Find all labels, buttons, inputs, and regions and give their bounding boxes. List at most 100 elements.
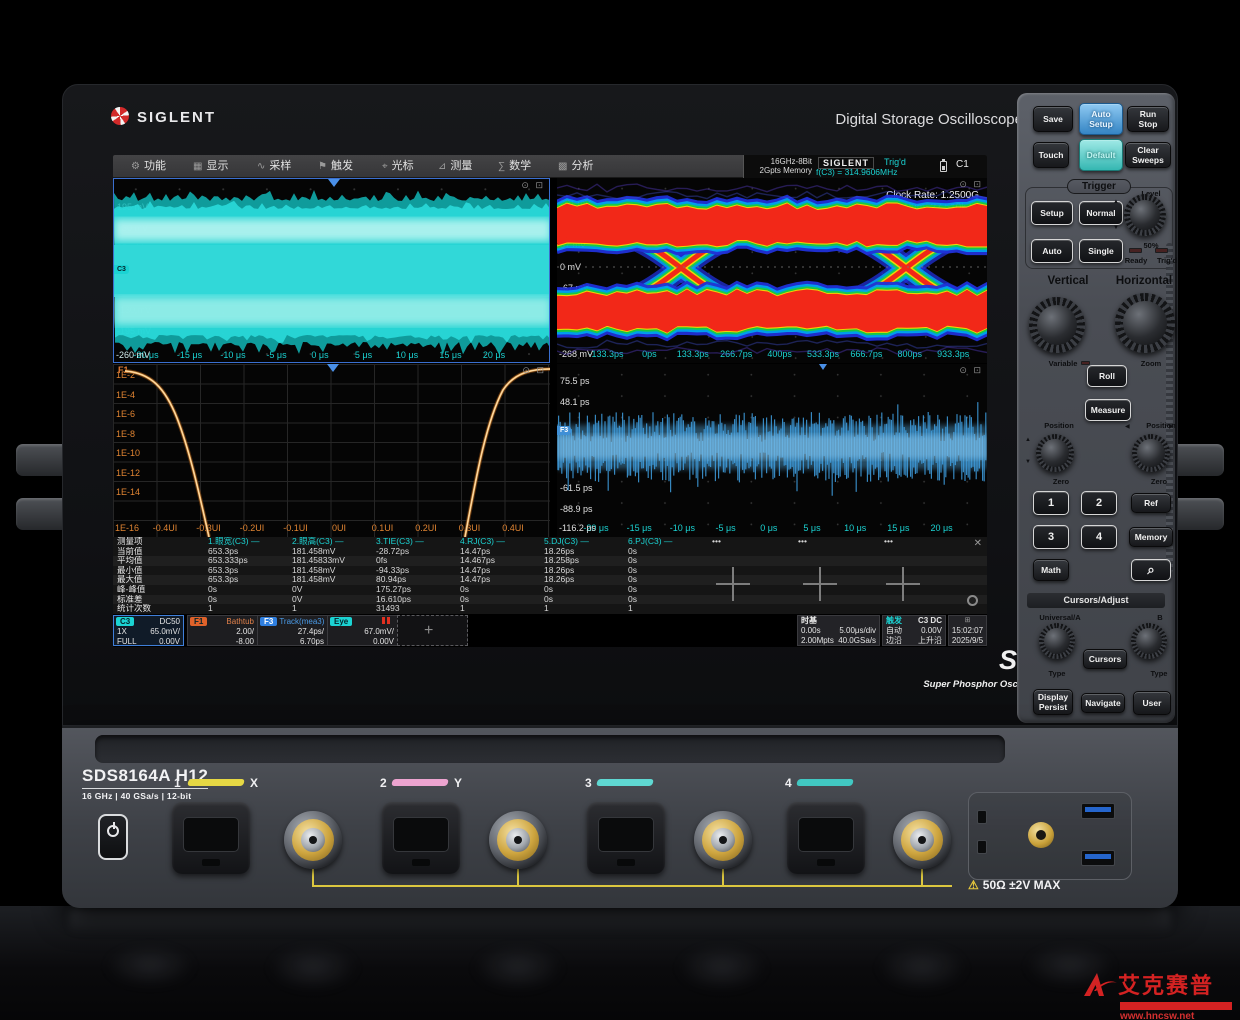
descriptor-value: 27.4ps/: [261, 627, 327, 637]
descriptor-c3[interactable]: C3DC501X65.0mV/FULL0.00V: [113, 615, 184, 646]
channel-c3-marker[interactable]: C3: [114, 265, 129, 274]
channel-2-button[interactable]: 2: [1081, 491, 1117, 515]
trigger-position-marker[interactable]: [328, 179, 340, 187]
panel-tools[interactable]: ⊙ ⊡: [522, 365, 546, 376]
roll-button[interactable]: Roll: [1087, 365, 1127, 387]
panel-tools[interactable]: ⊙ ⊡: [521, 180, 545, 191]
timebase-box[interactable]: 时基0.00s5.00μs/div2.00Mpts40.0GSa/s: [797, 615, 880, 646]
touch-button[interactable]: Touch: [1033, 142, 1069, 168]
menu-item-3[interactable]: ∿采样: [257, 155, 291, 178]
trigger-level-knob[interactable]: [1124, 194, 1166, 236]
descriptor-row: 1X65.0mV/: [114, 627, 183, 637]
user-button[interactable]: User: [1133, 691, 1171, 715]
info-title: 时基: [798, 616, 817, 626]
table-close-icon[interactable]: ✕: [974, 538, 982, 549]
auto-setup-button[interactable]: Auto Setup: [1079, 103, 1123, 135]
bathtub-panel[interactable]: 1E-21E-41E-61E-81E-101E-121E-14-0.4UI-0.…: [113, 364, 550, 537]
cursor-a-knob[interactable]: [1039, 623, 1075, 659]
analysis-icon: ▩: [558, 161, 567, 172]
channel-1-button[interactable]: 1: [1033, 491, 1069, 515]
knob-cap: [1130, 200, 1160, 230]
extra-column-header[interactable]: •••: [880, 537, 966, 547]
trigger-auto-button[interactable]: Auto: [1031, 239, 1073, 263]
panel-tools[interactable]: ⊙ ⊡: [959, 179, 983, 190]
measure-column-header[interactable]: 6.PJ(C3) —: [624, 537, 708, 547]
channel-4-button[interactable]: 4: [1081, 525, 1117, 549]
default-button[interactable]: Default: [1079, 139, 1123, 171]
display-persist-button[interactable]: Display Persist: [1033, 689, 1073, 715]
add-measurement-placeholder[interactable]: [716, 567, 750, 601]
measure-column-header[interactable]: 4.RJ(C3) —: [456, 537, 540, 547]
cursors-button[interactable]: Cursors: [1083, 649, 1127, 669]
run-stop-button[interactable]: Run Stop: [1127, 106, 1169, 132]
stat-row-label: 最小值: [113, 566, 204, 576]
horizontal-position-knob[interactable]: [1132, 434, 1170, 472]
menu-item-8[interactable]: ▩分析: [558, 155, 593, 178]
pause-icon: [382, 617, 391, 624]
cursor-b-knob[interactable]: [1131, 623, 1167, 659]
freq-counter: f(C3) = 314.9606MHz: [816, 167, 898, 177]
descriptor-row: FULL0.00V: [114, 637, 183, 647]
descriptor-eye[interactable]: Eye67.0mV/0.00V: [327, 615, 398, 646]
navigate-button[interactable]: Navigate: [1081, 693, 1125, 713]
table-refresh-icon[interactable]: [967, 595, 978, 606]
search-button[interactable]: ⌕: [1131, 559, 1171, 581]
horizontal-section-label: Horizontal: [1109, 275, 1179, 287]
lcd-screen[interactable]: ⚙功能▦显示∿采样⚑触发⌖光标⊿测量∑数学▩分析 16GHz-8Bit2Gpts…: [113, 155, 987, 647]
panel-tools[interactable]: ⊙ ⊡: [959, 365, 983, 376]
ref-button[interactable]: Ref: [1131, 493, 1171, 513]
trigger-setup-button[interactable]: Setup: [1031, 201, 1073, 225]
horizontal-position-label: Position: [1133, 421, 1189, 430]
trigger-box[interactable]: 触发C3 DC自动0.00V边沿上升沿: [882, 615, 946, 646]
save-button[interactable]: Save: [1033, 106, 1073, 132]
stat-row-label: 当前值: [113, 547, 204, 557]
f3-marker[interactable]: F3: [557, 426, 571, 435]
extra-column-header[interactable]: •••: [708, 537, 794, 547]
eye-diagram-panel[interactable]: 201 mV134 mV67 mV0 mV-67 mV-134 mV-133.3…: [557, 178, 987, 363]
menu-item-6[interactable]: ⊿测量: [438, 155, 472, 178]
measure-value: 0s: [624, 547, 708, 557]
memory-button[interactable]: Memory: [1129, 527, 1173, 547]
aux-port-2: [977, 840, 987, 854]
measure-value: 16.610ps: [372, 595, 456, 605]
trigd-led-label: Trig'd: [1151, 256, 1183, 265]
trigger-single-button[interactable]: Single: [1079, 239, 1123, 263]
measure-value: 181.458mV: [288, 566, 372, 576]
active-channel[interactable]: C1: [956, 159, 969, 170]
reflection-blob: [105, 946, 195, 986]
trigger-position-marker[interactable]: [327, 364, 339, 372]
menu-item-1[interactable]: ⚙功能: [131, 155, 166, 178]
cursor-a-type-label: Type: [1037, 669, 1077, 678]
clear-sweeps-button[interactable]: Clear Sweeps: [1125, 142, 1171, 168]
descriptor-f1[interactable]: F1Bathtub2.00/-8.00: [187, 615, 258, 646]
measure-column-header[interactable]: 2.眼高(C3) —: [288, 537, 372, 547]
measure-column-header[interactable]: 3.TIE(C3) —: [372, 537, 456, 547]
tie-track-panel[interactable]: 75.5 ps48.1 ps-61.5 ps-88.9 ps-20 μs-15 …: [557, 364, 987, 537]
horizontal-scale-knob[interactable]: [1115, 293, 1175, 353]
vertical-scale-knob[interactable]: [1029, 297, 1085, 353]
measure-column-header[interactable]: 5.DJ(C3) —: [540, 537, 624, 547]
channel-waveform-panel[interactable]: 195 mV130 mV65 mV0 mV-65 mV-130 mV-195 m…: [113, 178, 550, 363]
zoom-label: Zoom: [1129, 359, 1173, 368]
descriptor-f3[interactable]: F3Track(mea3)27.4ps/6.70ps: [257, 615, 328, 646]
menu-item-7[interactable]: ∑数学: [498, 155, 531, 178]
menu-item-4[interactable]: ⚑触发: [318, 155, 353, 178]
descriptor-add-slot[interactable]: +: [397, 615, 468, 646]
measure-column-header[interactable]: 1.眼宽(C3) —: [204, 537, 288, 547]
math-button[interactable]: Math: [1033, 559, 1069, 581]
bnc-pin: [918, 836, 926, 844]
menu-item-5[interactable]: ⌖光标: [382, 155, 414, 178]
reflection-blob: [268, 946, 358, 990]
knob-cap: [1041, 439, 1068, 466]
measure-value: 18.258ps: [540, 556, 624, 566]
info-row: 0.00s5.00μs/div: [798, 626, 879, 636]
measure-button[interactable]: Measure: [1085, 399, 1131, 421]
trigger-position-marker[interactable]: [819, 364, 827, 370]
vertical-position-knob[interactable]: [1036, 434, 1074, 472]
measure-value: 0s: [456, 595, 540, 605]
add-measurement-placeholder[interactable]: [886, 567, 920, 601]
menu-item-2[interactable]: ▦显示: [193, 155, 228, 178]
extra-column-header[interactable]: •••: [794, 537, 880, 547]
add-measurement-placeholder[interactable]: [803, 567, 837, 601]
channel-3-button[interactable]: 3: [1033, 525, 1069, 549]
